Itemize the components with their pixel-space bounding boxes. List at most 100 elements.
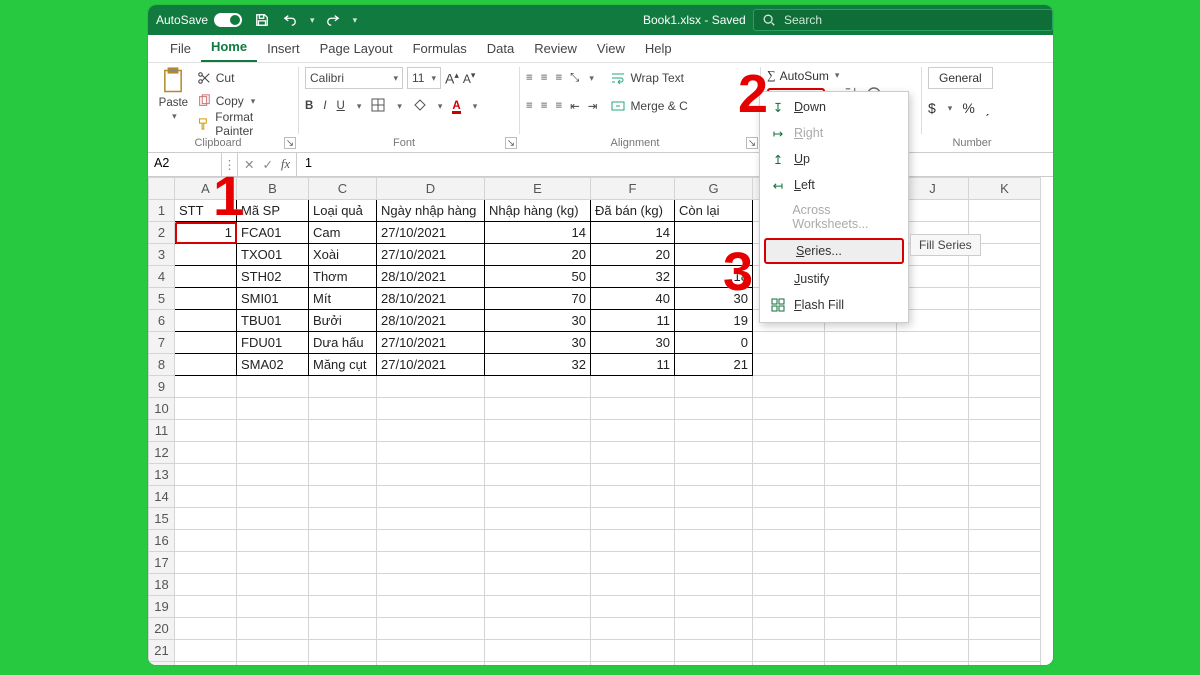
cell[interactable] bbox=[969, 640, 1041, 662]
cell[interactable] bbox=[675, 398, 753, 420]
cell[interactable] bbox=[309, 596, 377, 618]
formula-input[interactable]: 1 bbox=[296, 153, 1053, 176]
cell[interactable] bbox=[309, 618, 377, 640]
cell[interactable]: 28/10/2021 bbox=[377, 266, 485, 288]
cell[interactable] bbox=[969, 486, 1041, 508]
flash-fill-item[interactable]: Flash Fill bbox=[760, 292, 908, 318]
row-header[interactable]: 10 bbox=[149, 398, 175, 420]
cell[interactable] bbox=[237, 508, 309, 530]
borders-button[interactable] bbox=[371, 98, 385, 115]
cell[interactable] bbox=[897, 574, 969, 596]
cell[interactable] bbox=[969, 288, 1041, 310]
cell[interactable]: Nhập hàng (kg) bbox=[485, 200, 591, 222]
row-header[interactable]: 12 bbox=[149, 442, 175, 464]
cell[interactable]: STT bbox=[175, 200, 237, 222]
column-header-G[interactable]: G bbox=[675, 178, 753, 200]
cell[interactable] bbox=[591, 376, 675, 398]
tab-formulas[interactable]: Formulas bbox=[403, 37, 477, 62]
cell[interactable] bbox=[969, 574, 1041, 596]
cell[interactable] bbox=[175, 420, 237, 442]
cell[interactable] bbox=[897, 376, 969, 398]
cell[interactable]: 20 bbox=[485, 244, 591, 266]
cell[interactable] bbox=[897, 442, 969, 464]
cell[interactable]: Bưởi bbox=[309, 310, 377, 332]
cell[interactable] bbox=[753, 398, 825, 420]
cell[interactable] bbox=[675, 596, 753, 618]
fill-down-item[interactable]: ↧Down bbox=[760, 94, 908, 120]
cell[interactable] bbox=[753, 332, 825, 354]
number-format-combo[interactable]: General bbox=[928, 67, 993, 89]
cell[interactable] bbox=[591, 464, 675, 486]
cell[interactable]: 30 bbox=[485, 332, 591, 354]
cell[interactable] bbox=[825, 530, 897, 552]
cell[interactable] bbox=[309, 640, 377, 662]
cell[interactable] bbox=[309, 574, 377, 596]
cell[interactable]: Đã bán (kg) bbox=[591, 200, 675, 222]
currency-button[interactable]: $ bbox=[928, 100, 936, 116]
align-left-icon[interactable]: ≡ bbox=[526, 100, 533, 112]
cell[interactable] bbox=[969, 420, 1041, 442]
cell[interactable] bbox=[237, 420, 309, 442]
increase-indent-icon[interactable]: ⇥ bbox=[588, 99, 598, 113]
cell[interactable] bbox=[175, 266, 237, 288]
cell[interactable] bbox=[753, 464, 825, 486]
cell[interactable] bbox=[377, 420, 485, 442]
cell[interactable]: 14 bbox=[591, 222, 675, 244]
cell[interactable] bbox=[825, 574, 897, 596]
cell[interactable] bbox=[675, 464, 753, 486]
cell[interactable] bbox=[377, 376, 485, 398]
cell[interactable] bbox=[825, 640, 897, 662]
search-input[interactable]: Search bbox=[753, 9, 1053, 31]
cell[interactable] bbox=[969, 442, 1041, 464]
cell[interactable] bbox=[309, 464, 377, 486]
align-center-icon[interactable]: ≡ bbox=[541, 100, 548, 112]
cell[interactable] bbox=[897, 354, 969, 376]
cell[interactable]: 28/10/2021 bbox=[377, 310, 485, 332]
cell[interactable] bbox=[175, 508, 237, 530]
cell[interactable] bbox=[825, 354, 897, 376]
cell[interactable]: Loại quả bbox=[309, 200, 377, 222]
row-header[interactable]: 20 bbox=[149, 618, 175, 640]
align-right-icon[interactable]: ≡ bbox=[555, 100, 562, 112]
cell[interactable] bbox=[237, 464, 309, 486]
cell[interactable] bbox=[309, 398, 377, 420]
cell[interactable] bbox=[175, 618, 237, 640]
tab-view[interactable]: View bbox=[587, 37, 635, 62]
dialog-launcher-icon[interactable]: ↘ bbox=[505, 137, 517, 149]
cell[interactable]: Mã SP bbox=[237, 200, 309, 222]
cell[interactable]: 27/10/2021 bbox=[377, 354, 485, 376]
column-header-E[interactable]: E bbox=[485, 178, 591, 200]
column-header-A[interactable]: A bbox=[175, 178, 237, 200]
cell[interactable] bbox=[175, 662, 237, 666]
cell[interactable] bbox=[753, 486, 825, 508]
cell[interactable]: 50 bbox=[485, 266, 591, 288]
cell[interactable]: FDU01 bbox=[237, 332, 309, 354]
font-size-combo[interactable]: 11▾ bbox=[407, 67, 441, 89]
fx-icon[interactable]: fx bbox=[281, 157, 290, 172]
cell[interactable]: 21 bbox=[675, 354, 753, 376]
cell[interactable] bbox=[753, 354, 825, 376]
cell[interactable] bbox=[591, 508, 675, 530]
undo-icon[interactable] bbox=[280, 10, 300, 30]
cell[interactable] bbox=[485, 530, 591, 552]
cell[interactable] bbox=[675, 442, 753, 464]
cell[interactable] bbox=[897, 530, 969, 552]
cell[interactable] bbox=[377, 464, 485, 486]
column-header-F[interactable]: F bbox=[591, 178, 675, 200]
cell[interactable] bbox=[485, 486, 591, 508]
cell[interactable]: TBU01 bbox=[237, 310, 309, 332]
cell[interactable] bbox=[377, 596, 485, 618]
cell[interactable] bbox=[485, 508, 591, 530]
cell[interactable] bbox=[969, 354, 1041, 376]
cell[interactable] bbox=[825, 420, 897, 442]
cell[interactable]: 27/10/2021 bbox=[377, 222, 485, 244]
fill-color-button[interactable] bbox=[412, 98, 426, 115]
tab-home[interactable]: Home bbox=[201, 35, 257, 62]
cell[interactable] bbox=[377, 640, 485, 662]
cell[interactable] bbox=[753, 508, 825, 530]
cell[interactable] bbox=[825, 442, 897, 464]
cell[interactable] bbox=[825, 464, 897, 486]
row-header[interactable]: 7 bbox=[149, 332, 175, 354]
row-header[interactable]: 13 bbox=[149, 464, 175, 486]
cell[interactable]: TXO01 bbox=[237, 244, 309, 266]
